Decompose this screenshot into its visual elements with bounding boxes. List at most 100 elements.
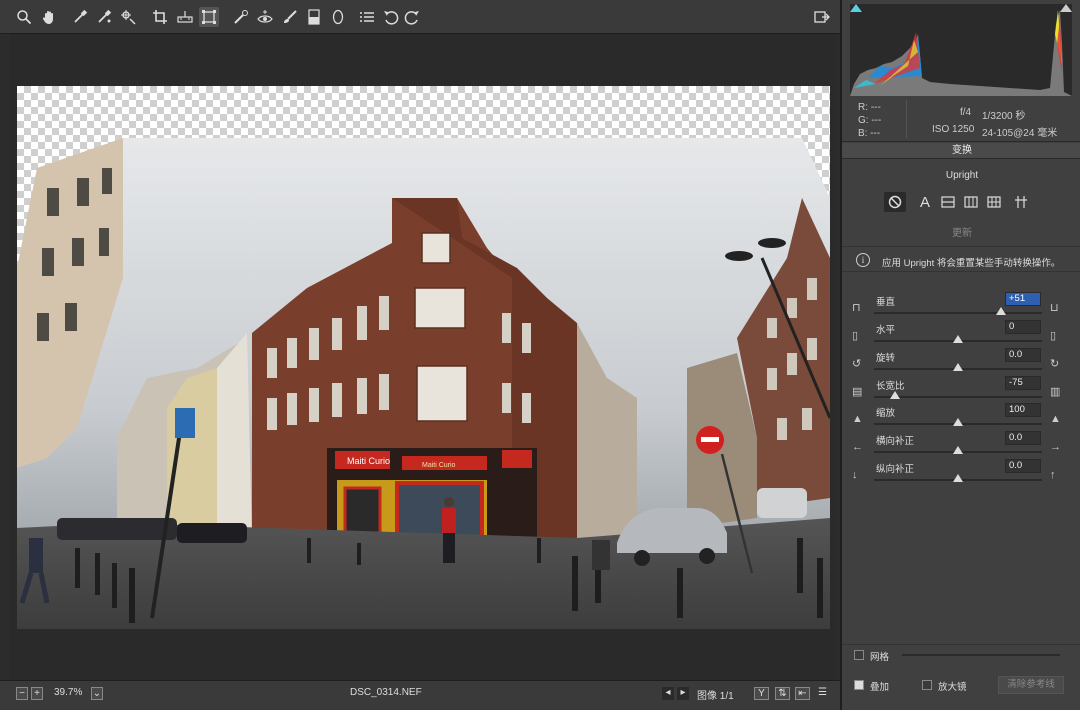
zoom-icon[interactable] <box>14 7 34 27</box>
slider-thumb[interactable] <box>890 391 900 399</box>
update-button[interactable]: 更新 <box>842 224 1080 239</box>
upright-auto-button[interactable]: A <box>914 192 936 212</box>
upright-level-button[interactable] <box>937 192 959 212</box>
shutter-speed: 1/3200 秒 <box>982 111 1026 122</box>
slider-label: 缩放 <box>876 408 896 419</box>
hand-icon[interactable] <box>39 7 59 27</box>
upright-full-button[interactable] <box>983 192 1005 212</box>
grid-checkbox[interactable] <box>854 650 864 660</box>
highlight-clipping-icon[interactable] <box>1060 4 1072 12</box>
upright-off-button[interactable] <box>884 192 906 212</box>
offset-up-icon: ↑ <box>1050 469 1056 481</box>
slider-value-input[interactable]: 0.0 <box>1005 348 1041 362</box>
slider-value-input[interactable]: 100 <box>1005 403 1041 417</box>
iso: ISO 1250 <box>932 124 975 135</box>
loupe-checkbox[interactable] <box>922 680 932 690</box>
shadow-clipping-icon[interactable] <box>850 4 862 12</box>
slider-value-input[interactable]: -75 <box>1005 376 1041 390</box>
horizontal-tilt-right-icon: ▯ <box>1050 330 1057 342</box>
slider-thumb[interactable] <box>995 307 1006 315</box>
upright-notice: i 应用 Upright 将会重置某些手动转换操作。 <box>842 246 1080 272</box>
preview-preferences-icon[interactable]: ☰ <box>815 687 830 700</box>
slider-value-input[interactable]: 0 <box>1005 320 1041 334</box>
target-adjust-icon[interactable] <box>118 7 138 27</box>
level-icon <box>941 196 955 208</box>
zoom-dropdown-chevron-icon[interactable]: ⌄ <box>91 687 103 700</box>
slider-value-input[interactable]: 0.0 <box>1005 431 1041 445</box>
slider-value-input[interactable]: +51 <box>1005 292 1041 306</box>
off-icon <box>888 195 902 209</box>
offset-right-icon: → <box>1050 441 1061 453</box>
histogram <box>850 4 1072 96</box>
slider-value-input[interactable]: 0.0 <box>1005 459 1041 473</box>
copy-settings-icon[interactable]: ⇤ <box>795 687 810 700</box>
vertical-icon <box>964 196 978 208</box>
grid-row: 网格 <box>842 644 1080 664</box>
rotate-left-icon[interactable] <box>381 7 401 27</box>
rotate-cw-icon: ↻ <box>1050 358 1060 370</box>
notice-text: 应用 Upright 将会重置某些手动转换操作。 <box>882 258 1061 269</box>
overlay-checkbox[interactable] <box>854 680 864 690</box>
slider-row: ▤ 长宽比 -75 ▥ <box>842 376 1080 404</box>
upright-guided-button[interactable] <box>1010 192 1032 212</box>
before-after-icon[interactable]: Y <box>754 687 769 700</box>
scale-down-icon: ▲ <box>852 413 863 425</box>
slider-row: ← 横向补正 0.0 → <box>842 431 1080 459</box>
adjustment-brush-icon[interactable] <box>280 7 300 27</box>
image-count: 图像 1/1 <box>697 691 734 702</box>
slider-label: 长宽比 <box>876 381 905 392</box>
slider-thumb[interactable] <box>953 474 963 482</box>
photo-preview[interactable]: Maiti Curio Maiti Curio <box>17 138 830 629</box>
blue-readout: B: --- <box>858 128 881 139</box>
rotate-right-icon[interactable] <box>402 7 422 27</box>
guided-icon <box>1015 196 1027 208</box>
aperture: f/4 <box>960 107 972 118</box>
lens: 24-105@24 毫米 <box>982 128 1058 139</box>
clear-guides-button[interactable]: 清除参考线 <box>998 676 1064 694</box>
rotate-ccw-icon: ↺ <box>852 358 862 370</box>
slider-thumb[interactable] <box>953 363 963 371</box>
spot-removal-icon[interactable] <box>231 7 251 27</box>
slider-row: ▯ 水平 0 ▯ <box>842 320 1080 348</box>
red-readout: R: --- <box>858 102 881 113</box>
canvas-area: Maiti Curio Maiti Curio <box>10 34 836 680</box>
slider-label: 纵向补正 <box>876 464 915 475</box>
previous-image-button[interactable]: ◂ <box>662 687 674 700</box>
next-image-button[interactable]: ▸ <box>677 687 689 700</box>
zoom-out-button[interactable]: − <box>16 687 28 700</box>
straighten-icon[interactable] <box>175 7 195 27</box>
zoom-level: 39.7% <box>54 687 83 698</box>
transform-icon[interactable] <box>199 7 219 27</box>
horizontal-tilt-left-icon: ▯ <box>852 330 859 342</box>
overlay-row: 叠加 放大镜 清除参考线 <box>842 676 1080 698</box>
green-readout: G: --- <box>858 115 882 126</box>
aspect-narrow-icon: ▤ <box>852 386 863 398</box>
slider-thumb[interactable] <box>953 335 963 343</box>
scale-up-icon: ▲ <box>1050 413 1061 425</box>
info-icon: i <box>856 253 870 267</box>
swap-settings-icon[interactable]: ⇅ <box>775 687 790 700</box>
offset-down-icon: ↓ <box>852 469 858 481</box>
graduated-filter-icon[interactable] <box>304 7 324 27</box>
white-balance-icon[interactable] <box>70 7 90 27</box>
slider-row: ⊓ 垂直 +51 ⊔ <box>842 292 1080 320</box>
grid-size-slider[interactable] <box>902 654 1060 656</box>
vertical-tilt-left-icon: ⊓ <box>852 302 861 314</box>
shop-sign-center: Maiti Curio <box>422 462 456 469</box>
slider-track[interactable] <box>874 312 1042 314</box>
crop-icon[interactable] <box>150 7 170 27</box>
color-sampler-icon[interactable] <box>94 7 114 27</box>
slider-row: ↓ 纵向补正 0.0 ↑ <box>842 459 1080 487</box>
slider-thumb[interactable] <box>953 418 963 426</box>
upright-vertical-button[interactable] <box>960 192 982 212</box>
zoom-in-button[interactable]: + <box>31 687 43 700</box>
slider-row: ▲ 缩放 100 ▲ <box>842 403 1080 431</box>
vertical-tilt-right-icon: ⊔ <box>1050 302 1059 314</box>
fullscreen-icon[interactable] <box>812 7 832 27</box>
slider-thumb[interactable] <box>953 446 963 454</box>
full-icon <box>987 196 1001 208</box>
red-eye-icon[interactable] <box>255 7 275 27</box>
aspect-wide-icon: ▥ <box>1050 386 1061 398</box>
radial-filter-icon[interactable] <box>328 7 348 27</box>
presets-icon[interactable] <box>357 7 377 27</box>
